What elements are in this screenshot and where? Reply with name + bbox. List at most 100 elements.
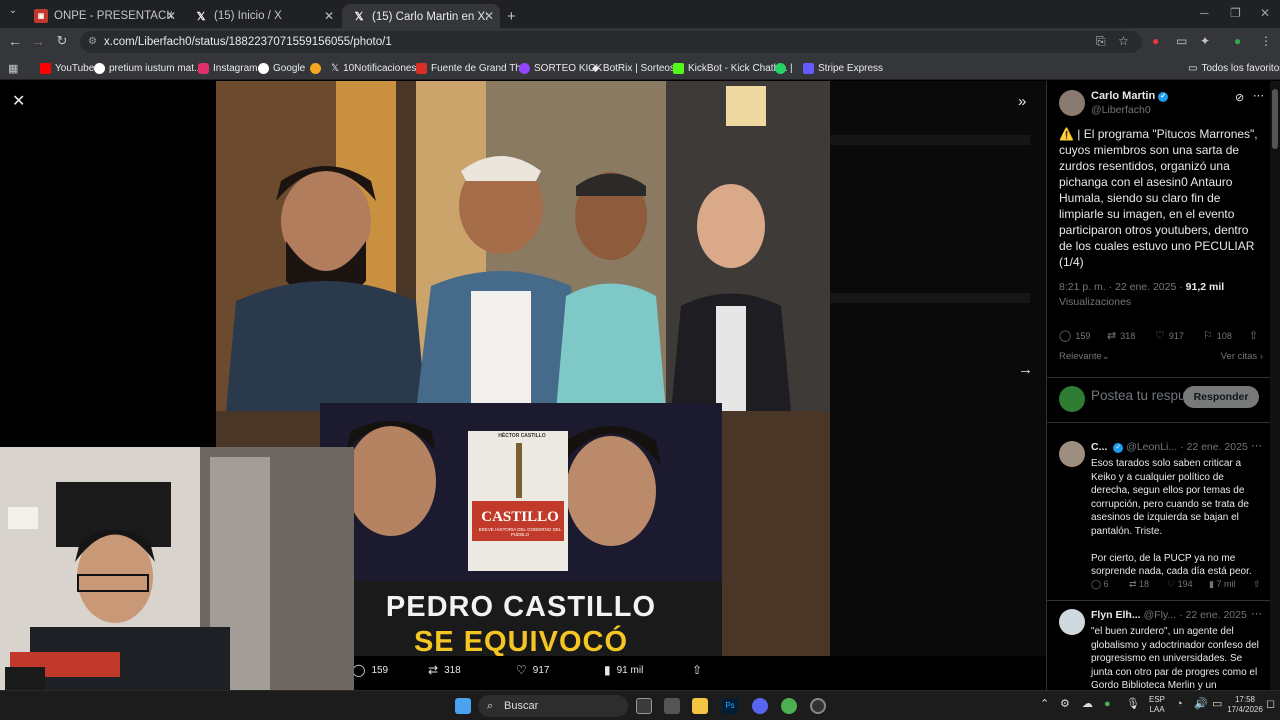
tab-carlo-martin[interactable]: 𝕏 (15) Carlo Martin en X: "⚠️ | El ✕ bbox=[342, 4, 500, 28]
more-options-icon[interactable]: ⋯ bbox=[1253, 89, 1264, 102]
like-action[interactable]: ♡ 917 bbox=[516, 663, 549, 677]
commenter-avatar[interactable] bbox=[1059, 441, 1085, 467]
bookmark-sorteo-kick[interactable]: SORTEO KICK bbox=[519, 60, 602, 76]
comment-like-stat[interactable]: ♡ 194 bbox=[1167, 579, 1193, 590]
list-item[interactable]: Flyn Elh... @Fly... · 22 ene. 2025 ⋯ "el… bbox=[1047, 601, 1270, 690]
volume-icon[interactable]: 🔊 bbox=[1194, 699, 1208, 710]
sort-dropdown[interactable]: Relevante⌄ bbox=[1059, 351, 1110, 362]
chrome-icon[interactable] bbox=[781, 698, 797, 714]
bookmark-kickbot[interactable]: KickBot - Kick Chatb... bbox=[673, 60, 787, 76]
close-icon[interactable]: ✕ bbox=[166, 9, 176, 23]
bookmark-instagram[interactable]: Instagram bbox=[198, 60, 257, 76]
comment-date[interactable]: · 22 ene. 2025 bbox=[1179, 609, 1247, 621]
tray-mic-icon[interactable]: 🎙 bbox=[1126, 699, 1140, 710]
bookmark-botrix[interactable]: ◆ BotRix | Sorteos bbox=[592, 60, 675, 76]
commenter-handle[interactable]: @Fly... bbox=[1144, 609, 1177, 621]
author-avatar[interactable] bbox=[1059, 90, 1085, 116]
view-quotes-link[interactable]: Ver citas › bbox=[1221, 351, 1263, 362]
extensions-puzzle-icon[interactable]: ✦ bbox=[1200, 34, 1210, 48]
extension-red-icon[interactable]: ● bbox=[1152, 34, 1159, 48]
repost-action[interactable]: ⇄ 318 bbox=[428, 663, 461, 677]
clock[interactable]: 17:58 17/4/2026 bbox=[1224, 695, 1266, 715]
reply-button[interactable]: Responder bbox=[1183, 386, 1259, 408]
bookmark-gta[interactable]: Fuente de Grand Th... bbox=[416, 60, 529, 76]
reply-stat[interactable]: ◯ 159 bbox=[1059, 329, 1090, 342]
more-options-icon[interactable]: ⋯ bbox=[1251, 439, 1262, 452]
tab-search-button[interactable]: ⌄ bbox=[4, 5, 22, 16]
commenter-handle[interactable]: @LeonLi... bbox=[1126, 441, 1177, 453]
minimize-icon[interactable]: ─ bbox=[1200, 6, 1209, 20]
like-stat[interactable]: ♡ 917 bbox=[1155, 329, 1184, 342]
close-icon[interactable]: ✕ bbox=[484, 9, 494, 23]
obs-icon[interactable] bbox=[810, 698, 826, 714]
post-time[interactable]: 8:21 p. m. · 22 ene. 2025 · bbox=[1059, 281, 1183, 293]
language-indicator[interactable]: ESP LAA bbox=[1146, 695, 1168, 715]
bookmark-google[interactable]: Google bbox=[258, 60, 305, 76]
commenter-name[interactable]: C... bbox=[1091, 441, 1107, 453]
install-app-icon[interactable]: ⎘ bbox=[1096, 34, 1106, 49]
repost-stat[interactable]: ⇄ 318 bbox=[1107, 329, 1135, 342]
tray-app-icon[interactable]: ⚙ bbox=[1060, 699, 1070, 710]
maximize-icon[interactable]: ❐ bbox=[1230, 6, 1241, 20]
reply-action[interactable]: ◯ 159 bbox=[352, 663, 388, 677]
task-view-icon[interactable] bbox=[636, 698, 652, 714]
share-stat[interactable]: ⇧ bbox=[1249, 329, 1262, 342]
forward-icon[interactable]: → bbox=[29, 33, 47, 49]
reload-icon[interactable]: ↻ bbox=[53, 33, 71, 49]
tab-inicio[interactable]: 𝕏 (15) Inicio / X ✕ bbox=[184, 4, 340, 28]
user-avatar[interactable] bbox=[1059, 386, 1085, 412]
tray-chevron-icon[interactable]: ⌃ bbox=[1040, 699, 1049, 710]
photoshop-icon[interactable]: Ps bbox=[722, 698, 738, 714]
menu-kebab-icon[interactable]: ⋮ bbox=[1260, 34, 1272, 48]
wifi-icon[interactable]: ◔ bbox=[1176, 699, 1183, 710]
author-handle[interactable]: @Liberfach0 bbox=[1091, 104, 1151, 116]
close-window-icon[interactable]: ✕ bbox=[1260, 6, 1270, 20]
comment-views-stat[interactable]: ▮ 7 mil bbox=[1209, 579, 1235, 590]
bookmark-stat[interactable]: ⚐ 108 bbox=[1203, 329, 1232, 342]
bookmark-youtube[interactable]: YouTube bbox=[40, 60, 94, 76]
all-bookmarks-folder[interactable]: ▭ Todos los favoritos bbox=[1188, 60, 1280, 76]
new-tab-button[interactable]: + bbox=[502, 4, 526, 28]
address-bar[interactable]: ⚙ x.com/Liberfach0/status/18822370715591… bbox=[80, 31, 1142, 53]
bookmark-whatsapp[interactable]: | bbox=[775, 60, 793, 76]
scrollbar-thumb[interactable] bbox=[1272, 89, 1278, 149]
battery-icon[interactable]: ▭ bbox=[1212, 699, 1222, 710]
windows-start-icon[interactable] bbox=[455, 698, 471, 714]
post-author[interactable]: Carlo Martin ✓ @Liberfach0 ⊘ ⋯ bbox=[1059, 89, 1264, 119]
collapse-sidebar-icon[interactable]: » bbox=[1018, 93, 1026, 110]
close-icon[interactable]: ✕ bbox=[324, 9, 334, 23]
profile-avatar-icon[interactable]: ● bbox=[1234, 34, 1241, 48]
commenter-avatar[interactable] bbox=[1059, 609, 1085, 635]
comment-date[interactable]: · 22 ene. 2025 bbox=[1180, 441, 1248, 453]
tray-app-icon[interactable]: ● bbox=[1104, 699, 1111, 710]
close-icon[interactable]: ✕ bbox=[12, 91, 25, 111]
taskbar-search[interactable]: ⌕ Buscar bbox=[478, 695, 628, 717]
bookmark-unnamed[interactable] bbox=[310, 60, 325, 76]
tab-onpe[interactable]: ▣ ONPE - PRESENTACIÓN DE RE ✕ bbox=[24, 4, 182, 28]
commenter-name[interactable]: Flyn Elh... bbox=[1091, 609, 1141, 621]
back-icon[interactable]: ← bbox=[6, 33, 24, 49]
bookmark-10notificaciones[interactable]: 𝕏 10Notificaciones bbox=[331, 60, 416, 76]
bookmark-stripe[interactable]: Stripe Express bbox=[803, 60, 883, 76]
bookmark-star-icon[interactable]: ☆ bbox=[1118, 34, 1129, 48]
bookmark-pretium[interactable]: pretium iustum mat... bbox=[94, 60, 202, 76]
site-info-icon[interactable]: ⚙ bbox=[88, 31, 97, 53]
next-photo-icon[interactable]: → bbox=[1018, 361, 1033, 378]
sidebar-scrollbar[interactable] bbox=[1270, 81, 1280, 690]
comment-reply-stat[interactable]: ◯ 6 bbox=[1091, 579, 1109, 590]
views-action[interactable]: ▮ 91 mil bbox=[604, 663, 643, 677]
notification-icon[interactable]: ◻ bbox=[1266, 699, 1275, 710]
app-icon[interactable] bbox=[664, 698, 680, 714]
share-icon[interactable]: ⇧ bbox=[1253, 579, 1261, 590]
share-action[interactable]: ⇧ bbox=[692, 663, 708, 677]
apps-grid-icon[interactable]: ▦ bbox=[8, 60, 18, 76]
tray-cloud-icon[interactable]: ☁ bbox=[1082, 699, 1093, 710]
author-name-row[interactable]: Carlo Martin ✓ bbox=[1091, 90, 1169, 102]
list-item[interactable]: C... ✓ @LeonLi... · 22 ene. 2025 ⋯ Esos … bbox=[1047, 433, 1270, 601]
comment-repost-stat[interactable]: ⇄ 18 bbox=[1129, 579, 1149, 590]
extension-icon[interactable]: ▭ bbox=[1176, 34, 1187, 48]
grok-icon[interactable]: ⊘ bbox=[1235, 91, 1244, 104]
discord-icon[interactable] bbox=[752, 698, 768, 714]
more-options-icon[interactable]: ⋯ bbox=[1251, 607, 1262, 620]
file-explorer-icon[interactable] bbox=[692, 698, 708, 714]
